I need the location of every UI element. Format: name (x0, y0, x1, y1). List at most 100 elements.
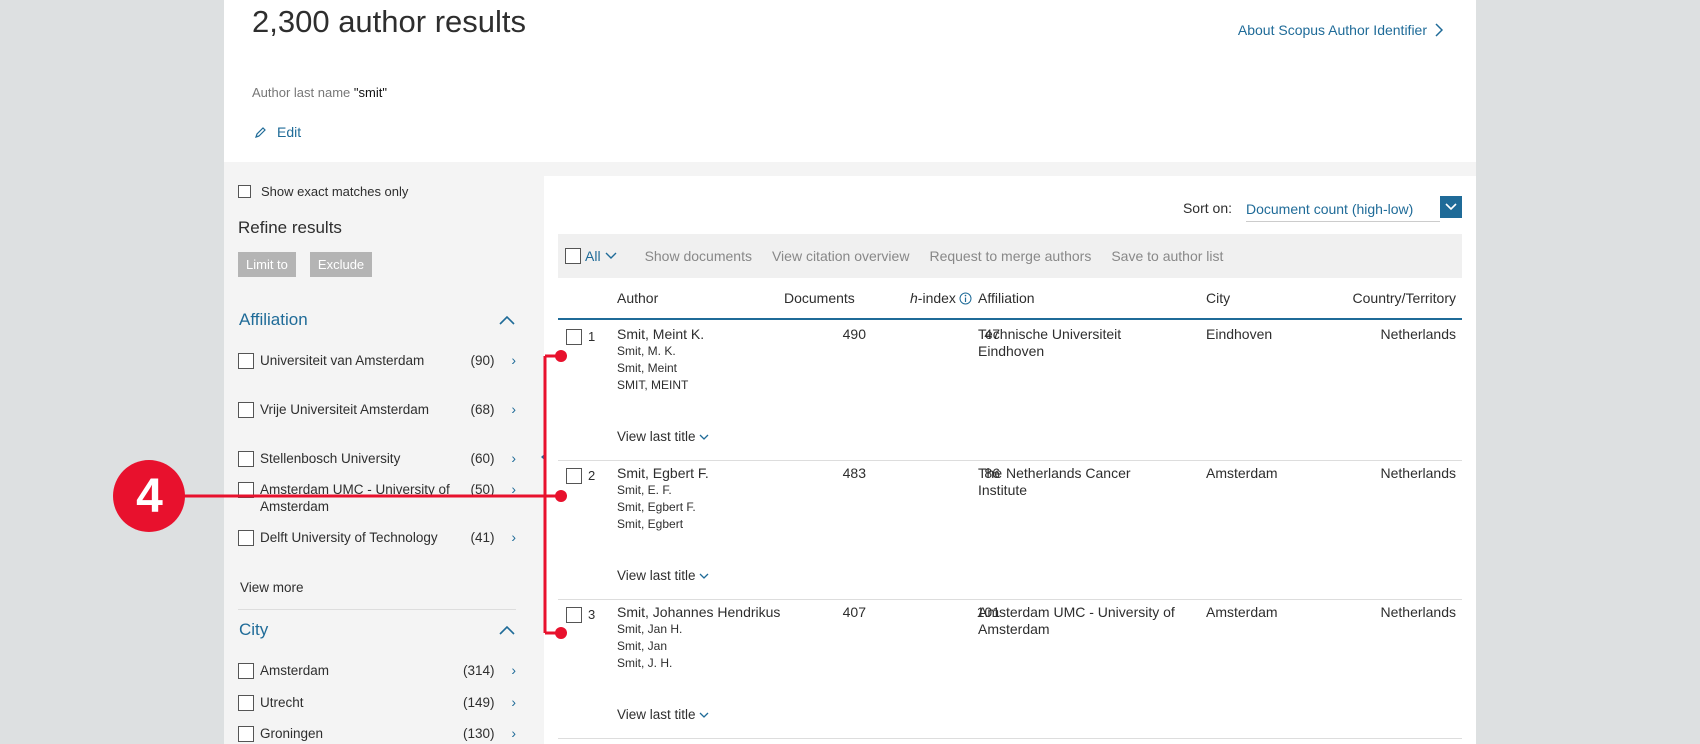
author-alias: SMIT, MEINT (617, 378, 689, 392)
view-citation-overview-button[interactable]: View citation overview (772, 248, 909, 264)
exact-matches-checkbox[interactable] (238, 185, 251, 198)
affiliation-item[interactable]: Vrije Universiteit Amsterdam (68) › (238, 401, 516, 418)
sort-dropdown-button[interactable] (1440, 196, 1462, 218)
refine-results-title: Refine results (238, 218, 342, 237)
affiliation-item[interactable]: Stellenbosch University (60) › (238, 450, 516, 467)
affiliation-item[interactable]: Amsterdam UMC - University of Amsterdam … (238, 481, 516, 515)
author-cell: Smit, Egbert F. Smit, E. F. Smit, Egbert… (617, 465, 709, 533)
author-name-link[interactable]: Smit, Egbert F. (617, 465, 709, 481)
affiliation-view-more-link[interactable]: View more (240, 580, 304, 595)
city-checkbox[interactable] (238, 663, 254, 679)
row-number: 1 (588, 329, 596, 344)
chevron-right-icon[interactable]: › (495, 529, 516, 546)
col-affiliation[interactable]: Affiliation (978, 290, 1035, 306)
col-city[interactable]: City (1206, 290, 1230, 306)
results-panel: Sort on: Document count (high-low) All S… (544, 176, 1476, 744)
affiliation-checkbox[interactable] (238, 402, 254, 418)
chevron-down-icon (699, 434, 709, 440)
select-all-dropdown[interactable]: All (585, 248, 601, 264)
facet-divider (238, 609, 516, 610)
page: 2,300 author results About Scopus Author… (224, 0, 1476, 744)
results-header: 2,300 author results About Scopus Author… (224, 0, 1476, 162)
chevron-right-icon[interactable]: › (495, 401, 516, 418)
affiliation-cell: Amsterdam UMC - University of Amsterdam (978, 604, 1175, 637)
affiliation-facet-header[interactable]: Affiliation (239, 310, 515, 330)
row-number: 2 (588, 468, 596, 483)
author-cell: Smit, Johannes Hendrikus Smit, Jan H. Sm… (617, 604, 780, 672)
chevron-down-icon (1445, 203, 1457, 211)
col-country[interactable]: Country/Territory (1353, 290, 1456, 306)
city-cell: Amsterdam (1206, 604, 1278, 620)
exclude-button[interactable]: Exclude (309, 252, 373, 277)
chevron-right-icon[interactable]: › (495, 352, 516, 369)
affiliation-checkbox[interactable] (238, 482, 254, 498)
table-row: 1 Smit, Meint K. Smit, M. K. Smit, Meint… (558, 322, 1462, 461)
row-checkbox[interactable] (566, 329, 582, 345)
sort-control: Sort on: Document count (high-low) (1183, 196, 1462, 222)
view-last-title-toggle[interactable]: View last title (617, 707, 709, 722)
city-item[interactable]: Amsterdam (314) › (238, 662, 516, 679)
document-count[interactable]: 407 (843, 604, 866, 620)
table-row: 2 Smit, Egbert F. Smit, E. F. Smit, Egbe… (558, 461, 1462, 600)
search-query: Author last name "smit" (252, 85, 387, 100)
limit-to-button[interactable]: Limit to (238, 252, 296, 277)
pencil-icon (255, 126, 266, 138)
chevron-right-icon[interactable]: › (495, 694, 516, 711)
author-alias: Smit, E. F. (617, 483, 672, 497)
select-all-checkbox[interactable] (565, 248, 581, 264)
city-facet-header[interactable]: City (239, 620, 515, 640)
city-item[interactable]: Utrecht (149) › (238, 694, 516, 711)
edit-search-button[interactable]: Edit (254, 124, 301, 140)
country-cell: Netherlands (1380, 326, 1457, 342)
city-cell: Eindhoven (1206, 326, 1273, 342)
city-checkbox[interactable] (238, 695, 254, 711)
author-alias: Smit, Egbert F. (617, 500, 696, 514)
row-checkbox[interactable] (566, 468, 582, 484)
table-row: 3 Smit, Johannes Hendrikus Smit, Jan H. … (558, 600, 1462, 739)
search-query-value: "smit" (353, 85, 387, 100)
chevron-right-icon[interactable]: › (495, 662, 516, 679)
results-toolbar: All Show documents View citation overvie… (558, 234, 1462, 278)
affiliation-item[interactable]: Delft University of Technology (41) › (238, 529, 516, 546)
affiliation-checkbox[interactable] (238, 530, 254, 546)
save-to-author-list-button[interactable]: Save to author list (1111, 248, 1223, 264)
view-last-title-toggle[interactable]: View last title (617, 568, 709, 583)
chevron-right-icon[interactable]: › (495, 481, 516, 498)
col-hindex[interactable]: h -index (910, 290, 972, 306)
affiliation-checkbox[interactable] (238, 451, 254, 467)
info-icon[interactable] (959, 292, 972, 305)
city-item[interactable]: Groningen (130) › (238, 725, 516, 742)
affiliation-cell: Technische Universiteit Eindhoven (978, 326, 1122, 359)
author-alias: Smit, Egbert (617, 517, 684, 531)
author-alias: Smit, J. H. (617, 656, 673, 670)
chevron-down-icon (699, 712, 709, 718)
request-merge-authors-button[interactable]: Request to merge authors (929, 248, 1091, 264)
show-documents-button[interactable]: Show documents (645, 248, 752, 264)
about-author-identifier-link[interactable]: About Scopus Author Identifier (1238, 22, 1443, 38)
author-cell: Smit, Meint K. Smit, M. K. Smit, Meint S… (617, 326, 704, 394)
chevron-up-icon (499, 315, 515, 325)
chevron-right-icon (1435, 23, 1443, 37)
row-checkbox[interactable] (566, 607, 582, 623)
sort-select[interactable]: Document count (high-low) (1246, 201, 1440, 222)
author-alias: Smit, Jan H. (617, 622, 683, 636)
col-author[interactable]: Author (617, 290, 658, 306)
author-name-link[interactable]: Smit, Johannes Hendrikus (617, 604, 780, 620)
author-alias: Smit, Meint (617, 361, 678, 375)
document-count[interactable]: 490 (843, 326, 866, 342)
author-name-link[interactable]: Smit, Meint K. (617, 326, 704, 342)
chevron-down-icon[interactable] (605, 252, 617, 260)
view-last-title-toggle[interactable]: View last title (617, 429, 709, 444)
chevron-right-icon[interactable]: › (495, 725, 516, 742)
affiliation-checkbox[interactable] (238, 353, 254, 369)
affiliation-item[interactable]: Universiteit van Amsterdam (90) › (238, 352, 516, 369)
city-checkbox[interactable] (238, 726, 254, 742)
affiliation-cell: The Netherlands Cancer Institute (978, 465, 1131, 498)
col-documents[interactable]: Documents (784, 290, 855, 306)
results-table-header: Author Documents h -index Affiliation Cit… (558, 290, 1462, 320)
document-count[interactable]: 483 (843, 465, 866, 481)
page-title: 2,300 author results (252, 4, 527, 39)
row-number: 3 (588, 607, 596, 622)
chevron-right-icon[interactable]: › (495, 450, 516, 467)
exact-matches-option[interactable]: Show exact matches only (238, 184, 408, 199)
